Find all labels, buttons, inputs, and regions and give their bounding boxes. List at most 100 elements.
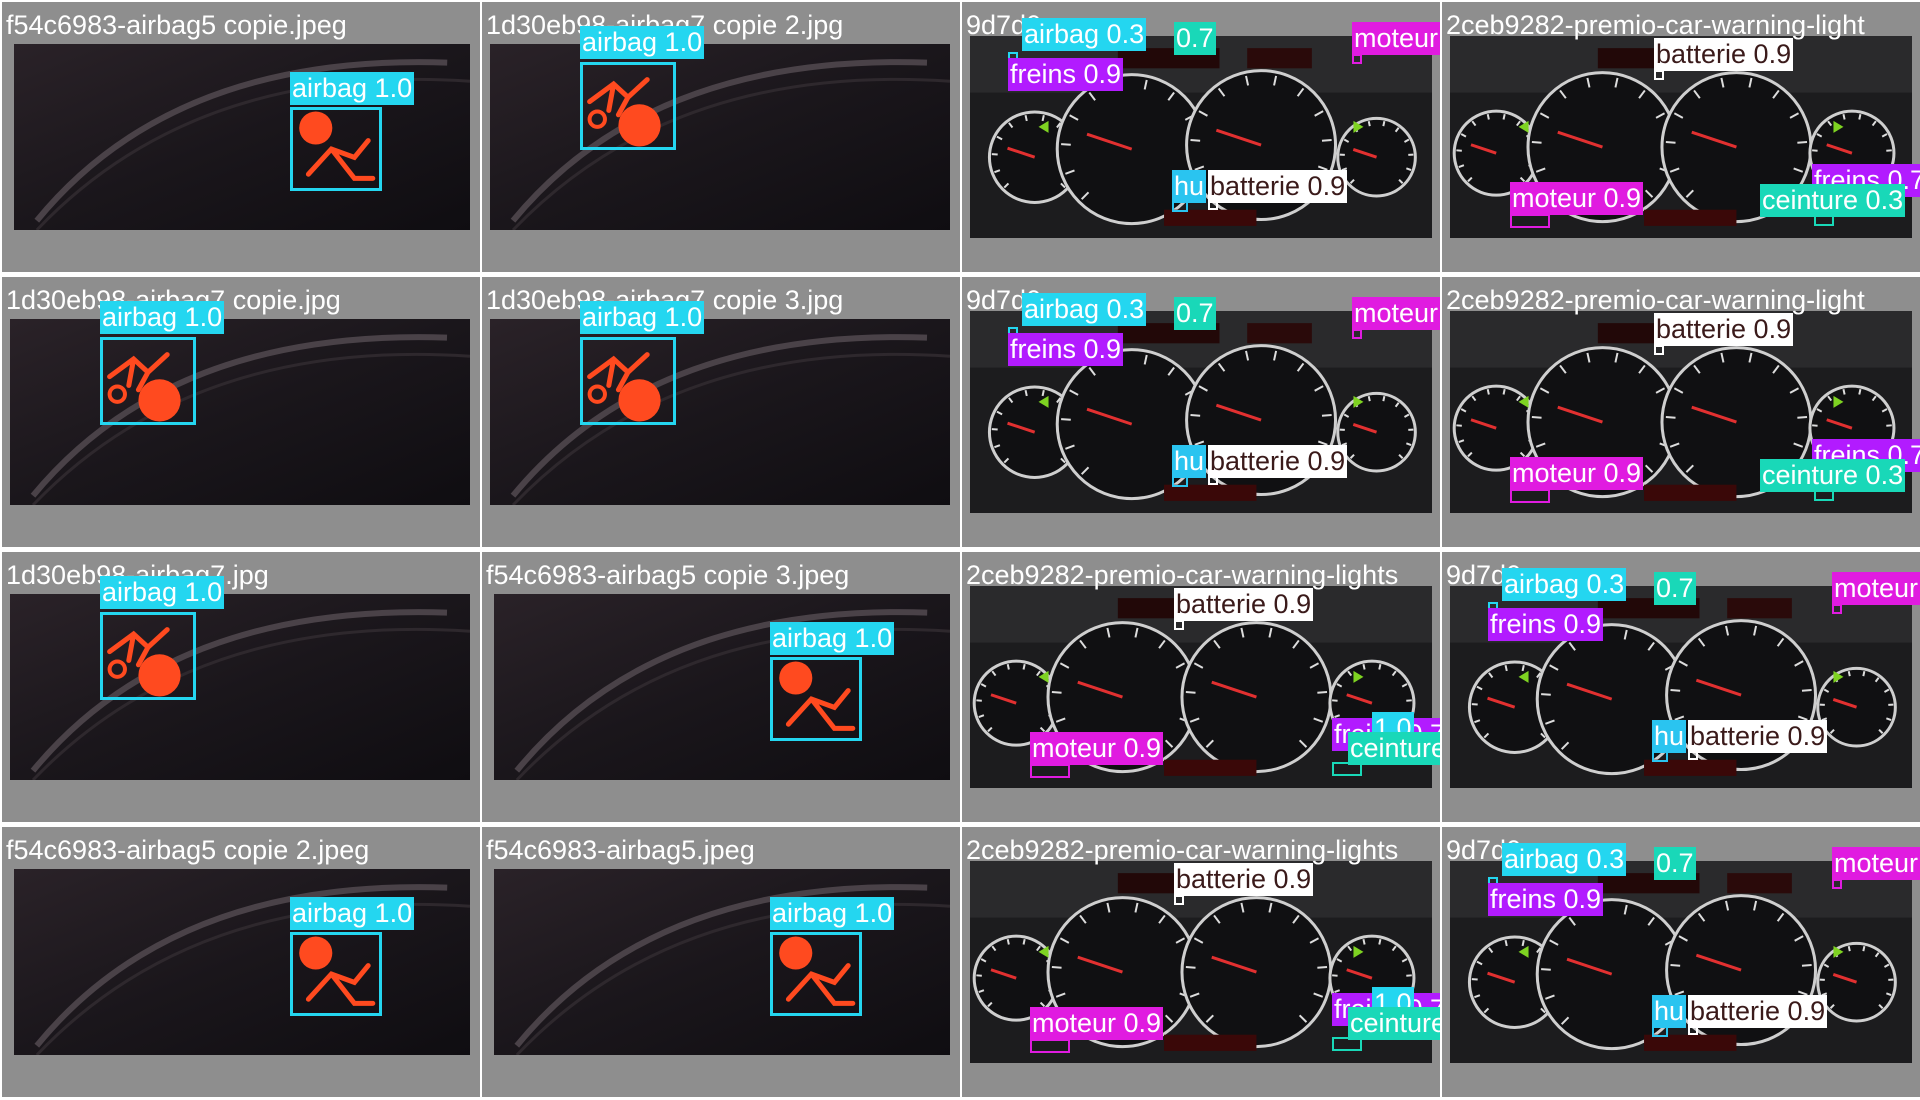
airbag-photo <box>10 319 470 505</box>
detection-label: airbag 0.3 <box>1502 568 1627 601</box>
detection-label: freins 0.9 <box>1008 58 1124 91</box>
detection-box <box>100 612 196 700</box>
detection-label: batterie 0.9 <box>1174 863 1314 896</box>
detection-box <box>1030 764 1070 778</box>
tile-filename: 2ceb9282-premio-car-warning-lights <box>966 560 1399 590</box>
tile-filename: 2ceb9282-premio-car-warning-light <box>1446 10 1865 40</box>
airbag-photo <box>490 44 950 230</box>
detection-label: airbag 1.0 <box>100 576 225 609</box>
result-tile[interactable]: f54c6983-airbag5 copie 3.jpeg airbag 1.0 <box>482 552 960 822</box>
detection-box <box>1832 879 1842 889</box>
detection-label: 0.7 <box>1654 847 1696 880</box>
detection-label: airbag 1.0 <box>100 301 225 334</box>
gauge-dial <box>1816 666 1897 748</box>
detection-box <box>290 932 382 1016</box>
result-tile[interactable]: 2ceb9282-premio-car-warning-lights batter… <box>962 827 1440 1097</box>
detection-label: moteur 1.0 <box>1832 572 1920 605</box>
detection-box <box>770 932 862 1016</box>
result-tile[interactable]: 1d30eb98-airbag7 copie.jpg airbag 1.0 <box>2 277 480 547</box>
detection-label: airbag 0.3 <box>1022 18 1147 51</box>
result-tile[interactable]: 1d30eb98-airbag7.jpg airbag 1.0 <box>2 552 480 822</box>
detection-box <box>580 62 676 150</box>
result-tile[interactable]: 2ceb9282-premio-car-warning-lights batter… <box>962 552 1440 822</box>
detection-label: moteur 1.0 <box>1832 847 1920 880</box>
tile-image <box>490 44 950 230</box>
detection-box <box>1174 620 1184 630</box>
result-tile[interactable]: 9d7d0freins 0.9airbag 0.30.7moteur 1.0hu… <box>962 277 1440 547</box>
detection-label: 0.7 <box>1654 572 1696 605</box>
detection-label: moteur 1.0 <box>1352 22 1440 55</box>
detection-box <box>1654 345 1664 355</box>
result-tile[interactable]: 1d30eb98-airbag7 copie 3.jpg airbag 1.0 <box>482 277 960 547</box>
detection-label: moteur 0.9 <box>1510 182 1644 215</box>
detection-results-grid: f54c6983-airbag5 copie.jpeg airbag 1.0 1d3… <box>0 0 1920 1100</box>
result-tile[interactable]: f54c6983-airbag5.jpeg airbag 1.0 <box>482 827 960 1097</box>
detection-label: ceinture 0.3 <box>1760 459 1906 492</box>
result-tile[interactable]: 9d7d0freins 0.9airbag 0.30.7moteur 1.0hu… <box>1442 552 1920 822</box>
detection-label: batterie 0.9 <box>1174 588 1314 621</box>
detection-box <box>770 657 862 741</box>
detection-label: batterie 0.9 <box>1208 445 1348 478</box>
detection-label: airbag 0.3 <box>1502 843 1627 876</box>
detection-label: moteur 1.0 <box>1352 297 1440 330</box>
detection-label: airbag 1.0 <box>580 301 705 334</box>
result-tile[interactable]: 9d7d0freins 0.9airbag 0.30.7moteur 1.0hu… <box>962 2 1440 272</box>
airbag-photo <box>10 594 470 780</box>
detection-label: moteur 0.9 <box>1030 1007 1164 1040</box>
detection-box <box>1030 1039 1070 1053</box>
detection-box <box>1510 489 1550 503</box>
tile-filename: 2ceb9282-premio-car-warning-lights <box>966 835 1399 865</box>
detection-label: ceinture 0.3 <box>1760 184 1906 217</box>
gauge-dial <box>1816 941 1897 1023</box>
detection-label: freins 0.9 <box>1488 608 1604 641</box>
tile-filename: f54c6983-airbag5 copie 2.jpeg <box>6 835 370 865</box>
detection-box <box>1654 70 1664 80</box>
tile-filename: f54c6983-airbag5 copie.jpeg <box>6 10 347 40</box>
result-tile[interactable]: 2ceb9282-premio-car-warning-light batteri… <box>1442 2 1920 272</box>
detection-box <box>1352 54 1362 64</box>
detection-label: 0.7 <box>1174 297 1216 330</box>
detection-label: moteur 0.9 <box>1030 732 1164 765</box>
gauge-dial <box>1336 116 1417 198</box>
detection-label: airbag 1.0 <box>290 72 415 105</box>
tile-image <box>10 319 470 505</box>
detection-box <box>1510 214 1550 228</box>
tile-filename: f54c6983-airbag5 copie 3.jpeg <box>486 560 850 590</box>
result-tile[interactable]: 2ceb9282-premio-car-warning-light batteri… <box>1442 277 1920 547</box>
detection-label: airbag 1.0 <box>770 897 895 930</box>
result-tile[interactable]: f54c6983-airbag5 copie.jpeg airbag 1.0 <box>2 2 480 272</box>
tile-filename: f54c6983-airbag5.jpeg <box>486 835 755 865</box>
tile-filename: 2ceb9282-premio-car-warning-light <box>1446 285 1865 315</box>
detection-box <box>1352 329 1362 339</box>
result-tile[interactable]: 1d30eb98-airbag7 copie 2.jpg airbag 1.0 <box>482 2 960 272</box>
detection-box <box>290 107 382 191</box>
detection-label: airbag 1.0 <box>290 897 415 930</box>
result-tile[interactable]: f54c6983-airbag5 copie 2.jpeg airbag 1.0 <box>2 827 480 1097</box>
result-tile[interactable]: 9d7d0freins 0.9airbag 0.30.7moteur 1.0hu… <box>1442 827 1920 1097</box>
detection-label: batterie 0.9 <box>1688 995 1828 1028</box>
tile-image <box>490 319 950 505</box>
detection-label: airbag 0.3 <box>1022 293 1147 326</box>
detection-label: 0.7 <box>1174 22 1216 55</box>
detection-label: batterie 0.9 <box>1208 170 1348 203</box>
detection-label: freins 0.9 <box>1488 883 1604 916</box>
detection-box <box>1832 604 1842 614</box>
detection-label: hu <box>1172 170 1207 203</box>
gauge-dial <box>1336 391 1417 473</box>
tile-image <box>10 594 470 780</box>
detection-label: moteur 0.9 <box>1510 457 1644 490</box>
detection-label: airbag 1.0 <box>580 26 705 59</box>
detection-label: hu <box>1652 720 1687 753</box>
detection-box <box>100 337 196 425</box>
detection-label: airbag 1.0 <box>770 622 895 655</box>
detection-label: batterie 0.9 <box>1654 38 1794 71</box>
detection-box <box>1174 895 1184 905</box>
detection-label: batterie 0.9 <box>1654 313 1794 346</box>
detection-box <box>580 337 676 425</box>
detection-label: freins 0.9 <box>1008 333 1124 366</box>
airbag-photo <box>490 319 950 505</box>
detection-label: hu <box>1652 995 1687 1028</box>
detection-label: hu <box>1172 445 1207 478</box>
detection-label: batterie 0.9 <box>1688 720 1828 753</box>
detection-label: ceinture 0.3 <box>1348 732 1440 765</box>
